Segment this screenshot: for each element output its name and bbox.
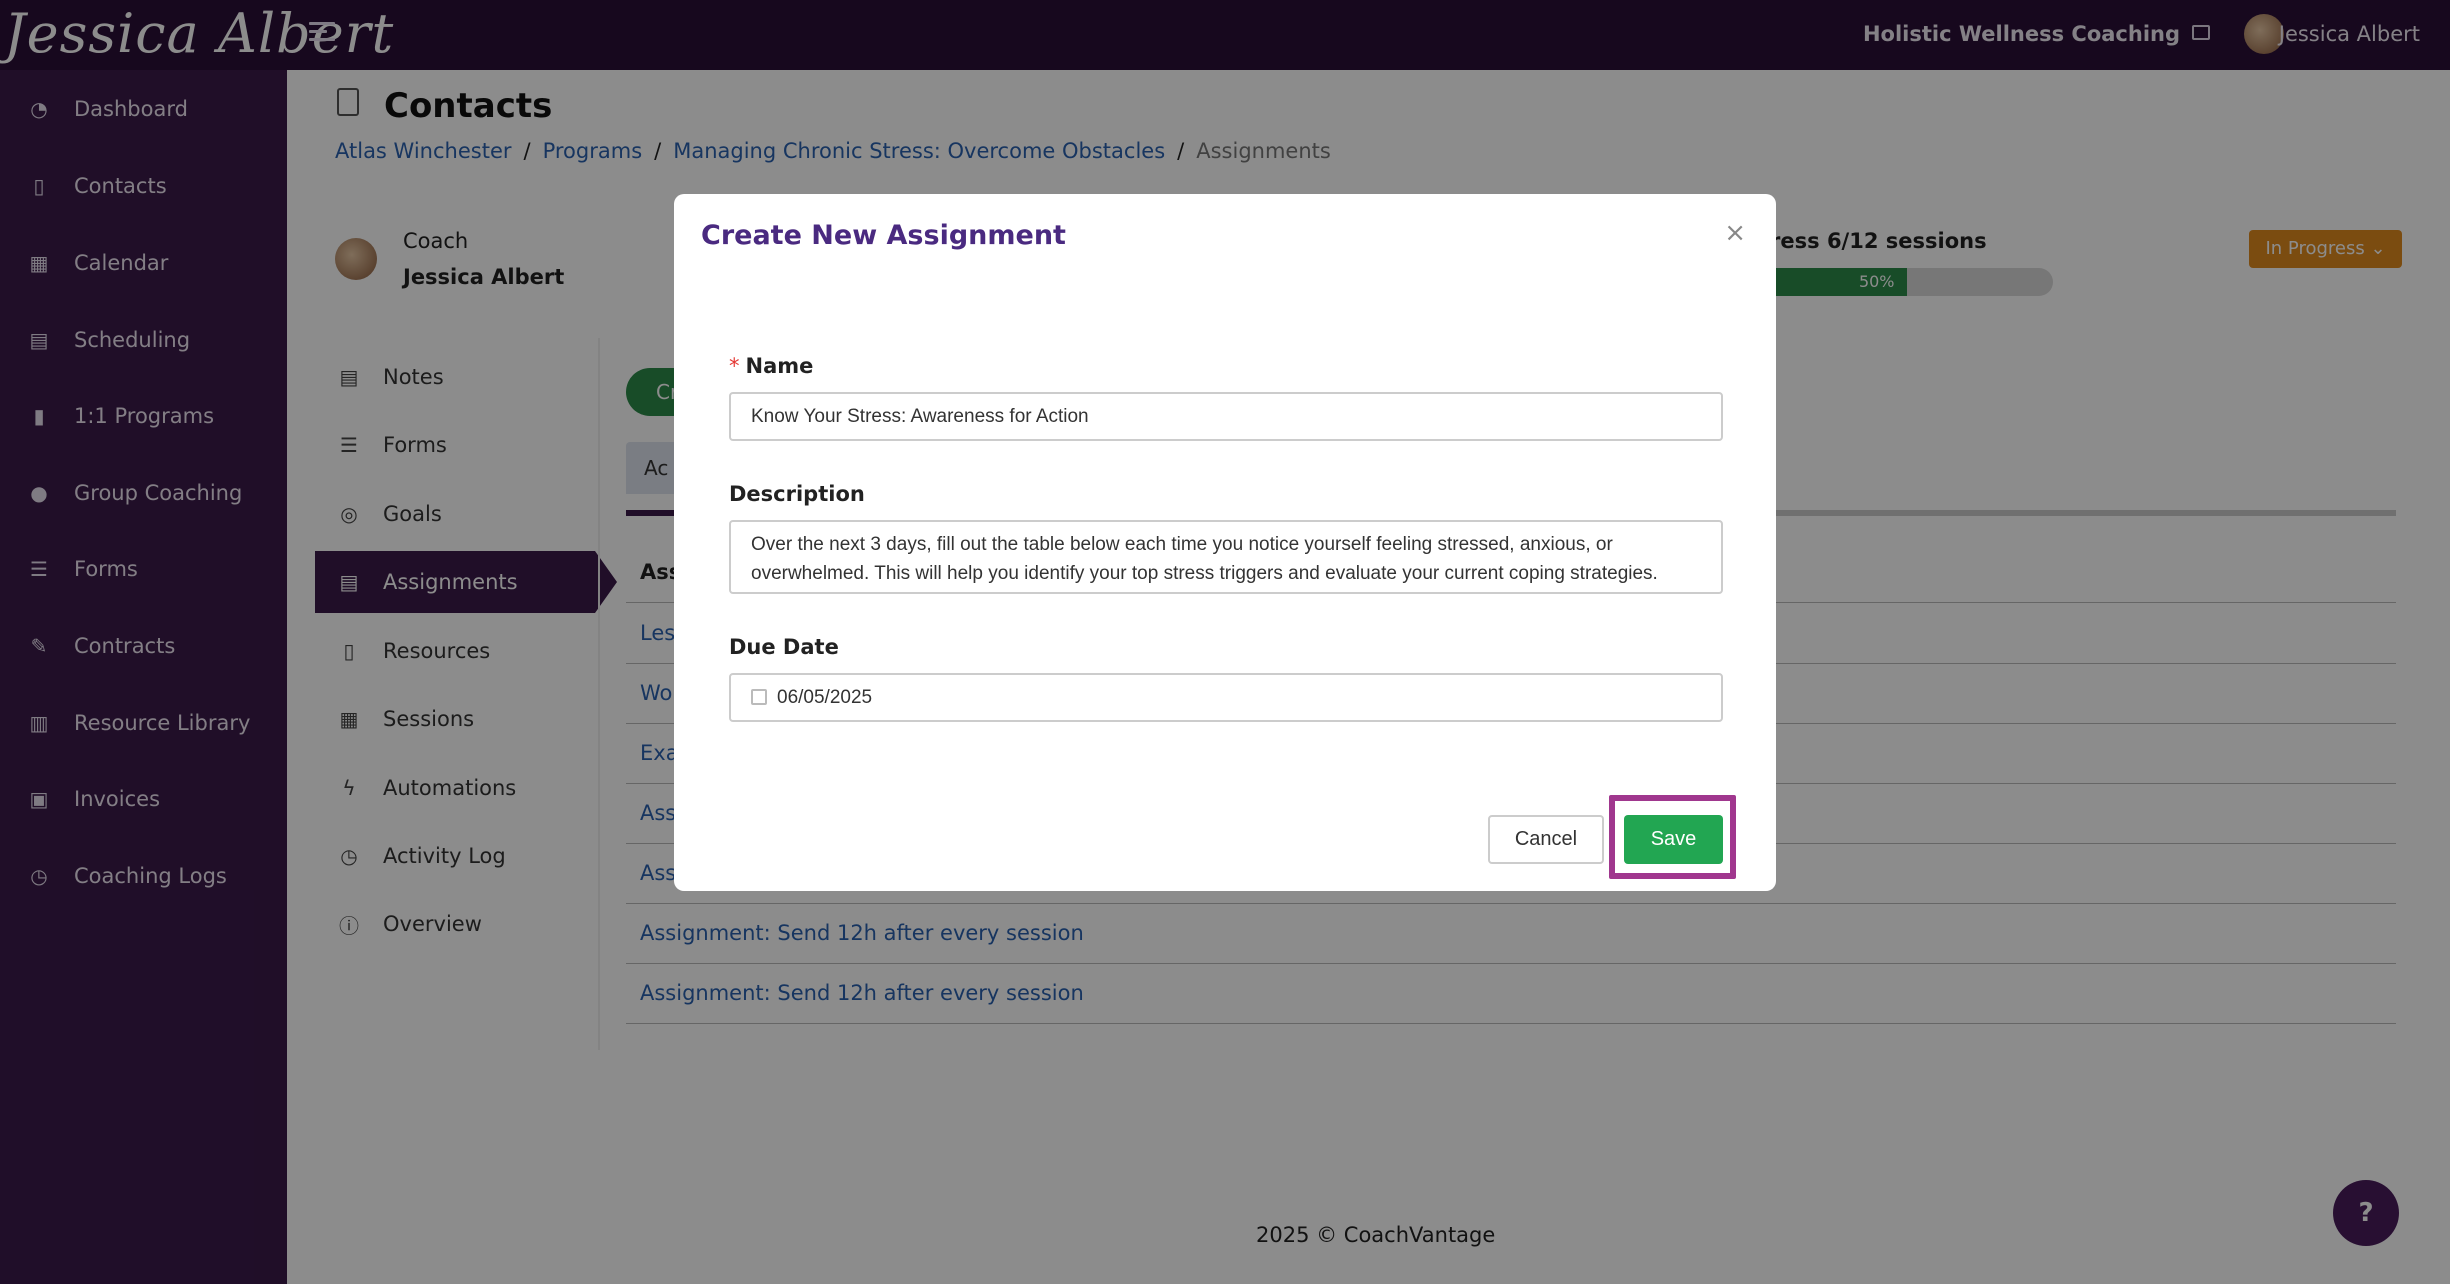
create-assignment-modal: Create New Assignment × * Name Know Your … [674, 194, 1776, 891]
modal-title: Create New Assignment [701, 220, 1066, 251]
cancel-button[interactable]: Cancel [1488, 815, 1604, 864]
save-highlight-box [1609, 795, 1736, 879]
name-label-text: Name [745, 354, 814, 378]
name-label: * Name [729, 354, 813, 378]
due-date-label: Due Date [729, 635, 839, 659]
due-date-input[interactable]: 06/05/2025 [729, 673, 1723, 722]
due-date-value: 06/05/2025 [777, 687, 873, 708]
calendar-icon [751, 689, 767, 705]
description-label: Description [729, 482, 865, 506]
required-marker: * [729, 354, 740, 378]
description-textarea[interactable]: Over the next 3 days, fill out the table… [729, 520, 1723, 594]
name-input[interactable]: Know Your Stress: Awareness for Action [729, 392, 1723, 441]
close-icon[interactable]: × [1724, 218, 1746, 248]
